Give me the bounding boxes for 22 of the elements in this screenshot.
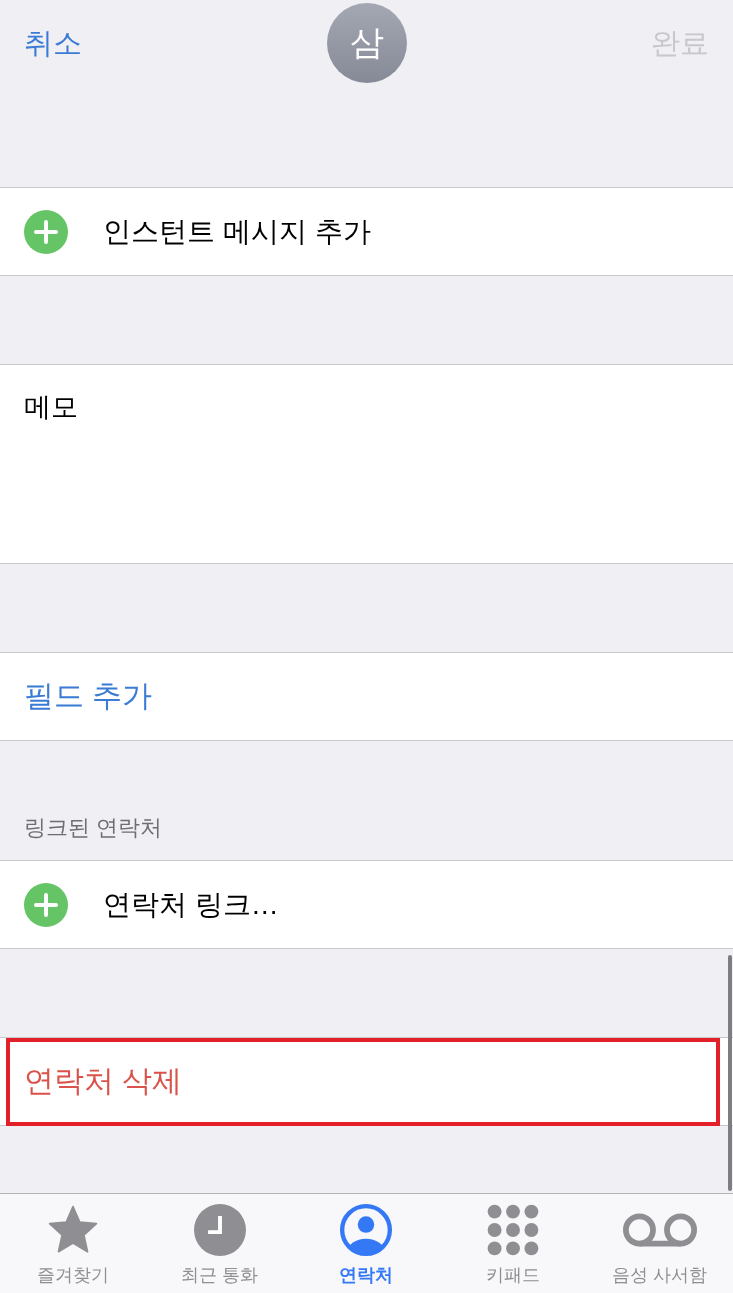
add-field-button[interactable]: 필드 추가 bbox=[0, 652, 733, 741]
voicemail-icon bbox=[622, 1213, 697, 1247]
avatar[interactable]: 삼 bbox=[326, 3, 407, 83]
row-label: 연락처 링크… bbox=[103, 887, 279, 922]
person-circle-icon bbox=[340, 1204, 393, 1256]
clock-icon bbox=[193, 1204, 246, 1256]
section-header: 링크된 연락처 bbox=[23, 814, 164, 842]
tab[interactable]: 음성 사서함 bbox=[586, 1194, 733, 1293]
tab[interactable]: 키패드 bbox=[439, 1194, 587, 1293]
keypad-icon bbox=[487, 1204, 540, 1256]
add-icon bbox=[24, 882, 68, 927]
cancel-button[interactable]: 취소 bbox=[24, 23, 82, 63]
star-icon bbox=[47, 1204, 100, 1256]
tab[interactable]: 최근 통화 bbox=[146, 1194, 294, 1293]
add-icon bbox=[24, 209, 68, 254]
tab[interactable]: 연락처 bbox=[293, 1194, 440, 1293]
memo-field[interactable]: 메모 bbox=[0, 364, 733, 564]
delete-contact-button[interactable]: 연락처 삭제 bbox=[0, 1037, 733, 1126]
row-label: 인스턴트 메시지 추가 bbox=[103, 214, 371, 249]
add-row[interactable]: 연락처 링크… bbox=[0, 860, 733, 949]
tab[interactable]: 즐겨찾기 bbox=[0, 1194, 147, 1293]
add-row[interactable]: 인스턴트 메시지 추가 bbox=[0, 187, 733, 276]
